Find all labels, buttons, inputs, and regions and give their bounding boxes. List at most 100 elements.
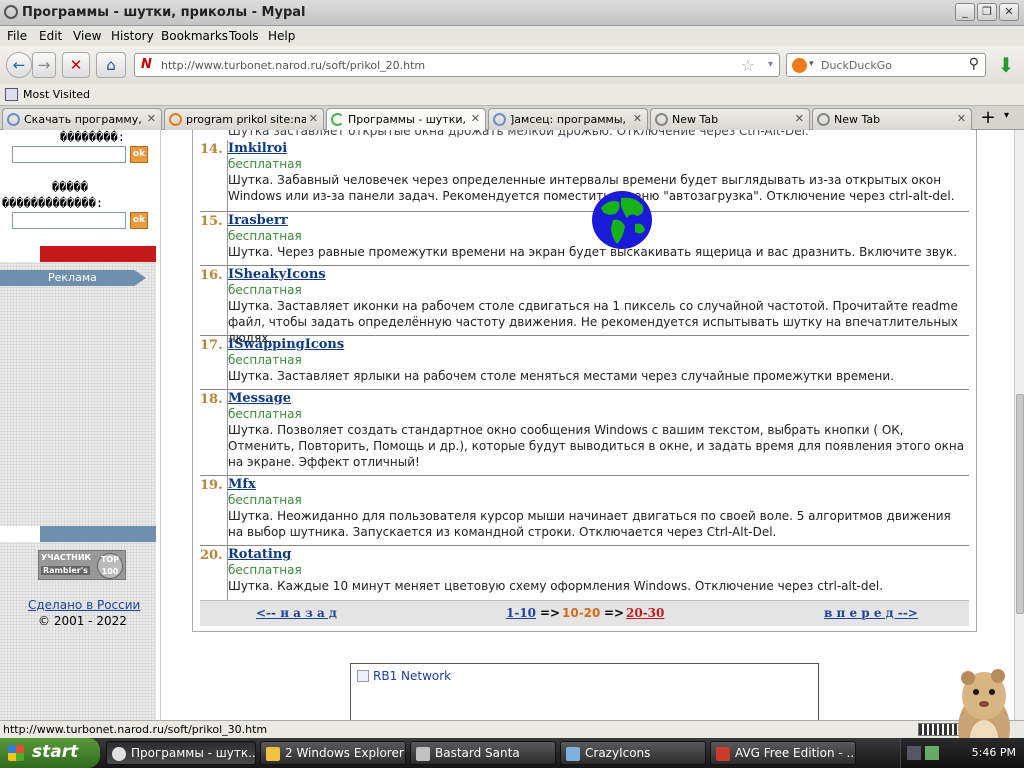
- download-icon[interactable]: ⬇: [994, 54, 1018, 76]
- menu-bookmarks[interactable]: Bookmarks: [161, 29, 228, 43]
- list-item: 16. ISheakyIcons бесплатная Шутка. Заста…: [200, 266, 969, 345]
- search-engine-dropdown-icon[interactable]: ▾: [809, 59, 814, 69]
- item-price: бесплатная: [228, 353, 302, 367]
- search-icon[interactable]: ⚲: [969, 56, 979, 72]
- clock[interactable]: 5:46 PM: [972, 746, 1016, 759]
- menu-file[interactable]: File: [7, 29, 27, 43]
- tab-5[interactable]: New Tab ✕: [650, 108, 810, 130]
- page-1-10-link[interactable]: 1-10: [506, 606, 536, 620]
- rb1-network-frame: RB1 Network: [350, 663, 819, 720]
- start-button[interactable]: start: [0, 738, 100, 768]
- password-input[interactable]: [12, 212, 126, 229]
- taskbar-item-explorer[interactable]: 2 Windows Explorer: [260, 741, 406, 765]
- item-number: 16.: [200, 268, 223, 283]
- taskbar-item-label: Программы - шутк...: [131, 746, 256, 760]
- broken-image-icon: [357, 670, 369, 682]
- system-tray: 5:46 PM: [900, 738, 1024, 768]
- pager-arrow: =>: [604, 606, 625, 620]
- item-number: 17.: [200, 338, 223, 353]
- tab-3-active[interactable]: Программы - шутки, ... ✕: [326, 108, 486, 130]
- tab-close-icon[interactable]: ✕: [147, 112, 156, 125]
- url-dropdown-icon[interactable]: ▾: [768, 59, 773, 70]
- rambler-top100-badge[interactable]: УЧАСТНИК Rambler's TOP 100: [38, 550, 126, 580]
- vertical-scrollbar[interactable]: [1014, 130, 1024, 720]
- tab-6[interactable]: New Tab ✕: [812, 108, 972, 130]
- site-icon: N: [141, 57, 152, 72]
- tab-close-icon[interactable]: ✕: [471, 112, 480, 125]
- item-name-link[interactable]: Rotating: [228, 547, 291, 562]
- made-in-russia-link[interactable]: Сделано в России: [28, 598, 140, 612]
- item-name-link[interactable]: Irasberr: [228, 213, 288, 228]
- menu-view[interactable]: View: [73, 29, 101, 43]
- stop-button[interactable]: ✕: [62, 52, 90, 78]
- item-name-link[interactable]: ISwappingIcons: [228, 337, 344, 352]
- new-tab-button[interactable]: +: [976, 108, 1000, 130]
- tab-2[interactable]: program prikol site:nar... ✕: [164, 108, 324, 130]
- menu-history[interactable]: History: [111, 29, 154, 43]
- search-input[interactable]: DuckDuckGo: [821, 59, 892, 72]
- item-name-link[interactable]: ISheakyIcons: [228, 267, 326, 282]
- next-page-link[interactable]: в п е р е д -->: [824, 606, 918, 620]
- scrollbar-thumb[interactable]: [1016, 394, 1024, 614]
- spinning-globe-icon: [592, 191, 652, 249]
- window-title: Программы - шутки, приколы - Mypal: [22, 5, 306, 20]
- pager-arrow: =>: [540, 606, 561, 620]
- password-label-1: �����: [52, 180, 89, 194]
- back-button[interactable]: ←: [6, 52, 32, 78]
- taskbar-item-mypal[interactable]: Программы - шутк...: [106, 741, 256, 765]
- search-engine-icon[interactable]: [792, 58, 807, 73]
- tab-close-icon[interactable]: ✕: [309, 112, 318, 125]
- tab-label: Скачать программу, ...: [24, 113, 144, 126]
- taskbar-item-crazyicons[interactable]: CrazyIcons: [560, 741, 706, 765]
- tab-label: program prikol site:nar...: [186, 113, 306, 126]
- tab-close-icon[interactable]: ✕: [795, 112, 804, 125]
- app-icon: [4, 5, 18, 19]
- window-app-icon: [566, 747, 580, 761]
- tab-label: New Tab: [834, 113, 881, 126]
- tab-close-icon[interactable]: ✕: [957, 112, 966, 125]
- tab-favicon-icon: [493, 113, 506, 126]
- search-bar[interactable]: ▾ DuckDuckGo ⚲: [786, 53, 986, 77]
- login-input[interactable]: [12, 146, 126, 163]
- taskbar-item-avg[interactable]: AVG Free Edition - ...: [710, 741, 856, 765]
- page-content: ��������: ok ����� �������������: ok Рек…: [0, 130, 1014, 720]
- bookmark-star-icon[interactable]: ☆: [741, 56, 755, 75]
- menu-edit[interactable]: Edit: [39, 29, 62, 43]
- tray-app-icon[interactable]: [925, 746, 939, 760]
- home-button[interactable]: ⌂: [96, 52, 126, 78]
- badge-participant-text: УЧАСТНИК: [41, 553, 92, 562]
- prev-page-link[interactable]: <-- н а з а д: [256, 606, 337, 620]
- folder-icon: [266, 747, 280, 761]
- item-name-link[interactable]: Message: [228, 391, 291, 406]
- tray-network-icon[interactable]: [907, 746, 921, 760]
- tab-close-icon[interactable]: ✕: [633, 112, 642, 125]
- url-text[interactable]: http://www.turbonet.narod.ru/soft/prikol…: [161, 59, 425, 72]
- tab-4[interactable]: ]амсец: программы, ... ✕: [488, 108, 648, 130]
- menu-tools[interactable]: Tools: [229, 29, 259, 43]
- url-bar[interactable]: N http://www.turbonet.narod.ru/soft/prik…: [134, 53, 780, 77]
- maximize-button[interactable]: ❐: [977, 3, 997, 21]
- login-label: ��������:: [60, 130, 126, 144]
- taskbar-item-label: CrazyIcons: [585, 746, 651, 760]
- rb1-network-link[interactable]: RB1 Network: [373, 669, 451, 683]
- tab-1[interactable]: Скачать программу, ... ✕: [2, 108, 162, 130]
- item-name-link[interactable]: Imkilroi: [228, 141, 287, 156]
- tab-list-icon[interactable]: ▾: [1004, 110, 1009, 121]
- page-20-30-link[interactable]: 20-30: [626, 606, 664, 620]
- badge-top100-text: TOP 100: [97, 553, 123, 579]
- password-ok-button[interactable]: ok: [130, 212, 148, 229]
- close-button[interactable]: ✕: [999, 3, 1019, 21]
- item-name-link[interactable]: Mfx: [228, 477, 256, 492]
- most-visited-bookmark[interactable]: Most Visited: [23, 88, 90, 101]
- login-ok-button[interactable]: ok: [130, 146, 148, 163]
- list-item: 17. ISwappingIcons бесплатная Шутка. Зас…: [200, 336, 969, 390]
- sidebar-divider: [160, 130, 161, 720]
- minimize-button[interactable]: _: [955, 3, 975, 21]
- taskbar-item-bastard-santa[interactable]: Bastard Santa: [410, 741, 556, 765]
- santa-app-icon: [416, 747, 430, 761]
- forward-button[interactable]: →: [32, 52, 56, 78]
- menu-help[interactable]: Help: [268, 29, 295, 43]
- item-description: Шутка. Каждые 10 минут меняет цветовую с…: [228, 579, 884, 593]
- tab-favicon-icon: [169, 113, 182, 126]
- copyright-text: © 2001 - 2022: [38, 614, 127, 628]
